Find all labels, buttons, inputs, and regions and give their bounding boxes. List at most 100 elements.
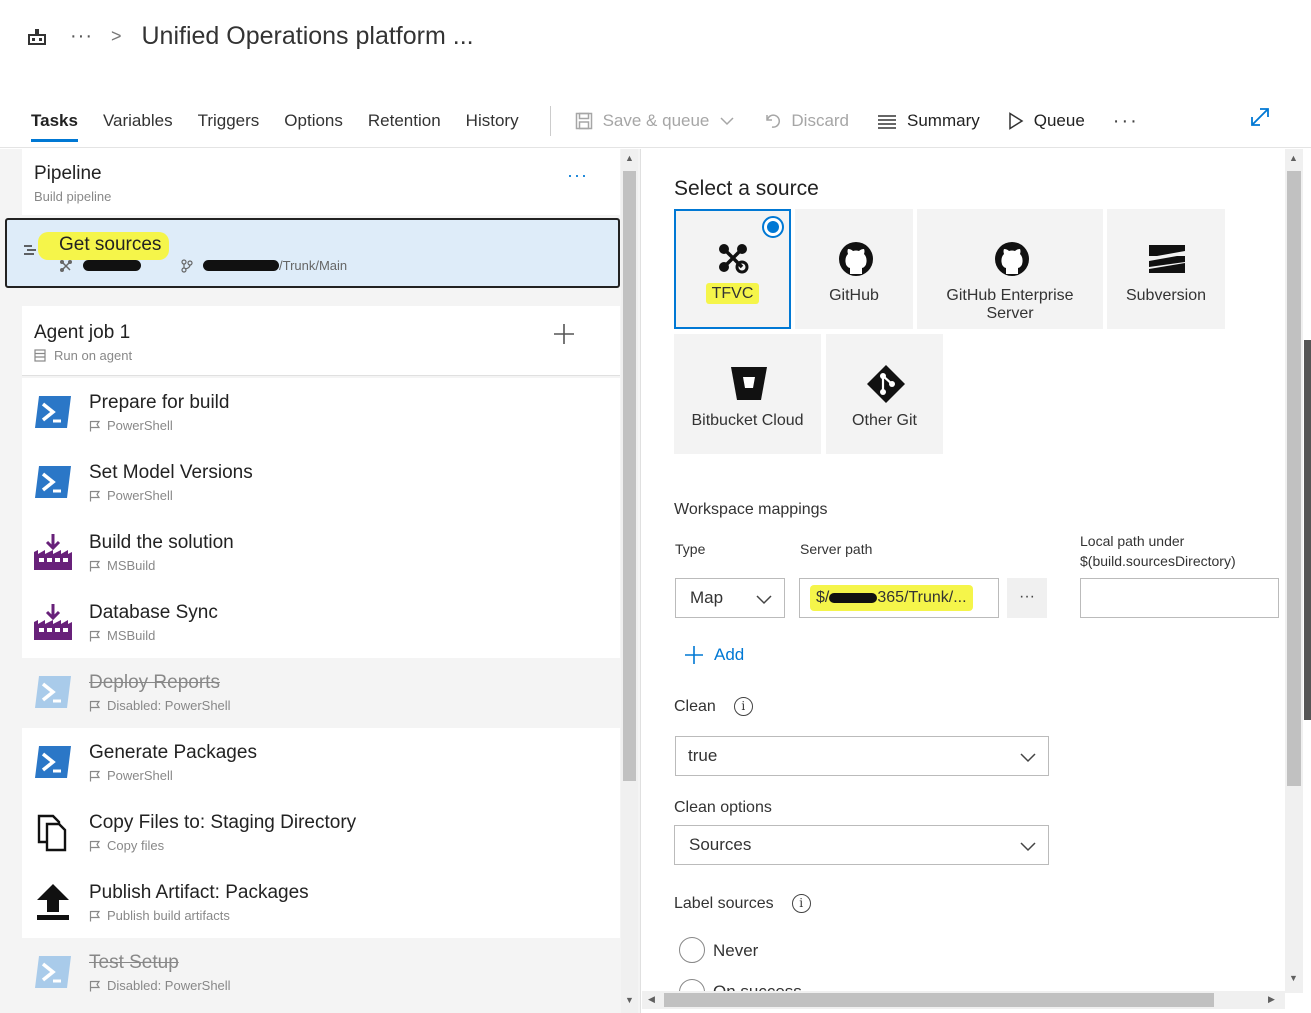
- add-mapping-button[interactable]: Add: [684, 645, 744, 665]
- undo-icon: [766, 114, 781, 128]
- task-subtitle-row: Publish build artifacts: [89, 908, 230, 923]
- breadcrumb-more[interactable]: ···: [70, 25, 93, 48]
- chevron-down-icon: [1020, 842, 1036, 852]
- scroll-left-icon[interactable]: ◀: [648, 994, 655, 1005]
- tab-history[interactable]: History: [466, 108, 519, 134]
- tfvc-small-icon: [60, 259, 72, 272]
- source-label-github-enterprise: GitHub Enterprise Server: [946, 287, 1074, 322]
- server-icon: [34, 349, 46, 362]
- task-item[interactable]: Prepare for build PowerShell: [22, 378, 620, 448]
- branch-path: /Trunk/Main: [181, 258, 347, 273]
- selected-radio-icon: [762, 216, 784, 238]
- chevron-down-icon: [756, 595, 772, 605]
- source-tile-subversion[interactable]: Subversion: [1107, 209, 1225, 329]
- toolbar-divider: [549, 106, 551, 136]
- scroll-down-icon[interactable]: ▼: [625, 995, 634, 1005]
- flag-icon: [89, 700, 101, 711]
- server-path-browse-button[interactable]: ···: [1007, 578, 1047, 618]
- task-item[interactable]: Database Sync MSBuild: [22, 588, 620, 658]
- task-title: Copy Files to: Staging Directory: [89, 812, 357, 833]
- task-item[interactable]: Test Setup Disabled: PowerShell: [22, 938, 620, 1008]
- task-item[interactable]: Generate Packages PowerShell: [22, 728, 620, 798]
- scroll-right-icon[interactable]: ▶: [1268, 994, 1275, 1005]
- task-subtitle: PowerShell: [107, 768, 173, 783]
- source-label-tfvc: TFVC: [676, 283, 789, 304]
- clean-select[interactable]: true: [675, 736, 1049, 776]
- redacted-server-path: [829, 593, 878, 603]
- left-scroll-thumb[interactable]: [623, 171, 636, 781]
- discard-button[interactable]: Discard: [763, 108, 849, 134]
- tab-variables[interactable]: Variables: [103, 108, 173, 134]
- agent-job-subtitle-row: Run on agent: [34, 348, 132, 363]
- tab-triggers[interactable]: Triggers: [198, 108, 260, 134]
- task-subtitle-row: Disabled: PowerShell: [89, 698, 231, 713]
- expand-icon[interactable]: [1249, 106, 1271, 128]
- task-subtitle-row: Disabled: PowerShell: [89, 978, 231, 993]
- add-mapping-label: Add: [714, 645, 745, 664]
- task-subtitle: Disabled: PowerShell: [107, 978, 231, 993]
- task-subtitle: MSBuild: [107, 628, 156, 643]
- source-tile-bitbucket[interactable]: Bitbucket Cloud: [674, 334, 821, 454]
- source-tile-other-git[interactable]: Other Git: [826, 334, 943, 454]
- mapping-type-select[interactable]: Map: [675, 578, 785, 618]
- chevron-down-icon: [720, 117, 734, 126]
- build-pipeline-icon[interactable]: [26, 25, 48, 47]
- horizontal-scrollbar[interactable]: ◀ ▶: [642, 991, 1285, 1009]
- scroll-down-icon[interactable]: ▼: [1289, 973, 1298, 983]
- task-item[interactable]: Deploy Reports Disabled: PowerShell: [22, 658, 620, 728]
- info-icon[interactable]: i: [733, 697, 753, 716]
- source-tile-github-enterprise[interactable]: GitHub Enterprise Server: [917, 209, 1103, 329]
- pipeline-more-button[interactable]: ···: [567, 165, 588, 186]
- task-subtitle: PowerShell: [107, 418, 173, 433]
- more-actions-button[interactable]: ···: [1113, 110, 1139, 133]
- task-list-panel: Pipeline Build pipeline ··· Get sources …: [0, 149, 641, 1013]
- tfvc-icon: [719, 244, 749, 274]
- radio-never-label: Never: [713, 941, 759, 960]
- horizontal-scroll-thumb[interactable]: [664, 993, 1214, 1007]
- summary-button[interactable]: Summary: [877, 108, 980, 134]
- window-edge: [1304, 340, 1311, 720]
- task-subtitle: MSBuild: [107, 558, 156, 573]
- add-task-icon[interactable]: [552, 322, 576, 346]
- scroll-up-icon[interactable]: ▲: [1289, 153, 1298, 163]
- queue-button[interactable]: Queue: [1008, 108, 1085, 134]
- source-label-bitbucket: Bitbucket Cloud: [691, 412, 804, 429]
- task-item[interactable]: Copy Files to: Staging Directory Copy fil…: [22, 798, 620, 868]
- source-tile-github[interactable]: GitHub: [795, 209, 913, 329]
- right-scroll-thumb[interactable]: [1287, 171, 1301, 786]
- label-sources-label-row: Label sources i: [674, 894, 811, 913]
- save-queue-button[interactable]: Save & queue: [575, 108, 736, 134]
- task-title: Publish Artifact: Packages: [89, 882, 309, 903]
- source-settings-panel: Select a source TFVC GitHub GitHub Enter…: [642, 149, 1311, 1013]
- scroll-up-icon[interactable]: ▲: [625, 153, 634, 163]
- task-item[interactable]: Publish Artifact: Packages Publish build …: [22, 868, 620, 938]
- msbuild-icon: [33, 602, 73, 642]
- git-icon: [867, 365, 905, 403]
- task-item[interactable]: Build the solution MSBuild: [22, 518, 620, 588]
- tab-retention[interactable]: Retention: [368, 108, 441, 134]
- radio-on-success[interactable]: [679, 979, 705, 991]
- task-title: Set Model Versions: [89, 462, 253, 483]
- task-item[interactable]: Set Model Versions PowerShell: [22, 448, 620, 518]
- radio-never[interactable]: [679, 937, 705, 963]
- clean-options-select[interactable]: Sources: [674, 825, 1049, 865]
- agent-job-node[interactable]: Agent job 1 Run on agent: [22, 306, 620, 376]
- tab-options[interactable]: Options: [284, 108, 343, 134]
- task-subtitle-row: PowerShell: [89, 768, 173, 783]
- left-scrollbar[interactable]: ▲ ▼: [621, 149, 638, 1013]
- get-sources-node[interactable]: Get sources /Trunk/Main: [5, 218, 620, 288]
- right-scrollbar[interactable]: ▲ ▼: [1285, 149, 1303, 993]
- tab-tasks[interactable]: Tasks: [31, 108, 78, 142]
- pipeline-node[interactable]: Pipeline Build pipeline ···: [22, 149, 620, 215]
- server-path-input[interactable]: $/ 365/Trunk/...: [799, 578, 999, 618]
- publish-artifact-icon: [33, 882, 73, 922]
- info-icon[interactable]: i: [791, 894, 811, 913]
- flag-icon: [89, 840, 101, 851]
- play-icon: [1009, 112, 1024, 130]
- save-queue-label: Save & queue: [602, 111, 710, 130]
- flag-icon: [89, 490, 101, 501]
- pipeline-title: Pipeline: [34, 163, 102, 184]
- summary-label: Summary: [907, 111, 980, 130]
- local-path-input[interactable]: [1080, 578, 1279, 618]
- source-tile-tfvc[interactable]: TFVC: [674, 209, 791, 329]
